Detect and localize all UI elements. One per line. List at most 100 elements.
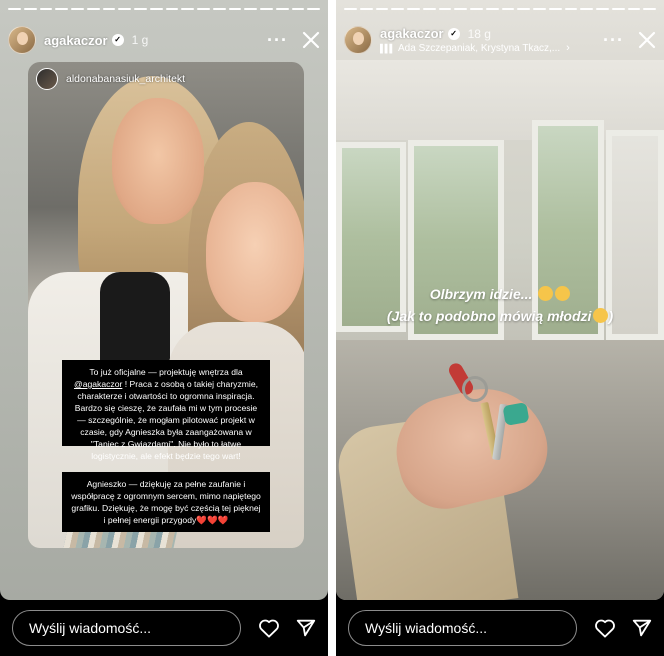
username[interactable]: agakaczor xyxy=(380,26,444,41)
send-icon[interactable] xyxy=(630,616,654,640)
progress-segment xyxy=(564,8,578,10)
progress-segment xyxy=(118,8,131,10)
photo-keyring xyxy=(462,376,488,402)
story-stage: agakaczor ✓ 18 g ▌▌▌ Ada Szczepaniak, Kr… xyxy=(336,0,664,600)
progress-segment xyxy=(359,8,373,10)
close-icon[interactable] xyxy=(638,31,656,49)
progress-segment xyxy=(375,8,389,10)
progress-segment xyxy=(407,8,420,10)
progress-segment xyxy=(307,8,320,10)
progress-bar xyxy=(344,8,656,10)
shared-author-username[interactable]: aldonabanasiuk_architekt xyxy=(66,73,185,85)
header-info: agakaczor ✓ 18 g ▌▌▌ Ada Szczepaniak, Kr… xyxy=(380,26,570,54)
shared-post-header: aldonabanasiuk_architekt xyxy=(36,68,185,90)
hand-over-mouth-emoji-icon xyxy=(555,286,571,301)
progress-segment xyxy=(344,8,357,10)
message-input[interactable]: Wyślij wiadomość... xyxy=(348,610,577,646)
progress-segment xyxy=(391,8,404,10)
progress-segment xyxy=(181,8,194,10)
music-bars-icon: ▌▌▌ xyxy=(380,43,395,53)
more-options-icon[interactable]: ··· xyxy=(267,31,288,49)
progress-segment xyxy=(438,8,452,10)
progress-segment xyxy=(134,8,147,10)
photo-face-right xyxy=(206,182,304,322)
progress-segment xyxy=(86,8,100,10)
verified-badge-icon: ✓ xyxy=(447,27,460,40)
progress-segment xyxy=(275,8,289,10)
music-text: Ada Szczepaniak, Krystyna Tkacz,... xyxy=(398,42,561,54)
progress-segment xyxy=(244,8,257,10)
header-info: agakaczor ✓ 1 g xyxy=(44,33,148,48)
progress-segment xyxy=(71,8,84,10)
progress-segment xyxy=(149,8,163,10)
post-text-1b: ! Praca z osobą o takiej charyzmie, char… xyxy=(74,379,259,461)
story-header: agakaczor ✓ 1 g ··· xyxy=(8,24,320,56)
story-right: agakaczor ✓ 18 g ▌▌▌ Ada Szczepaniak, Kr… xyxy=(336,0,664,656)
mention-link[interactable]: @agakaczor xyxy=(74,379,122,389)
music-sticker[interactable]: ▌▌▌ Ada Szczepaniak, Krystyna Tkacz,... … xyxy=(380,42,570,54)
progress-segment xyxy=(548,8,562,10)
caption-line-1: Olbrzym idzie... xyxy=(336,286,664,302)
progress-segment xyxy=(517,8,530,10)
photo-window xyxy=(532,120,604,340)
more-options-icon[interactable]: ··· xyxy=(603,31,624,49)
progress-segment xyxy=(470,8,483,10)
shared-author-avatar[interactable] xyxy=(36,68,58,90)
send-icon[interactable] xyxy=(294,616,318,640)
progress-segment xyxy=(8,8,21,10)
avatar[interactable] xyxy=(344,26,372,54)
progress-segment xyxy=(102,8,116,10)
progress-segment xyxy=(596,8,609,10)
timestamp: 18 g xyxy=(467,26,491,41)
caption-text-2: (Jak to podobno mówią młodzi xyxy=(386,308,592,324)
chevron-right-icon: › xyxy=(566,42,570,54)
progress-segment xyxy=(212,8,226,10)
post-text-box-1: To już oficjalne — projektuję wnętrza dl… xyxy=(62,360,270,461)
photo-face-left xyxy=(112,98,204,224)
progress-bar xyxy=(8,8,320,10)
progress-segment xyxy=(39,8,53,10)
close-icon[interactable] xyxy=(302,31,320,49)
progress-segment xyxy=(611,8,625,10)
progress-segment xyxy=(627,8,641,10)
wink-emoji-icon xyxy=(593,308,609,323)
stories-comparison: agakaczor ✓ 1 g ··· aldonabanasiuk_archi… xyxy=(0,0,664,656)
photo-ceiling xyxy=(336,60,664,140)
story-header: agakaczor ✓ 18 g ▌▌▌ Ada Szczepaniak, Kr… xyxy=(344,24,656,56)
reply-bar: Wyślij wiadomość... xyxy=(336,600,664,656)
photo-window xyxy=(336,142,406,332)
username[interactable]: agakaczor xyxy=(44,33,108,48)
shared-post-card[interactable]: aldonabanasiuk_architekt To już oficjaln… xyxy=(28,62,304,548)
timestamp: 1 g xyxy=(131,33,149,47)
progress-segment xyxy=(422,8,436,10)
caption-text-1: Olbrzym idzie... xyxy=(429,286,533,302)
progress-segment xyxy=(23,8,37,10)
heart-icon[interactable] xyxy=(593,616,617,640)
avatar[interactable] xyxy=(8,26,36,54)
message-input[interactable]: Wyślij wiadomość... xyxy=(12,610,241,646)
progress-segment xyxy=(165,8,179,10)
progress-segment xyxy=(55,8,68,10)
story-left: agakaczor ✓ 1 g ··· aldonabanasiuk_archi… xyxy=(0,0,328,656)
hand-over-mouth-emoji-icon xyxy=(538,286,554,301)
progress-segment xyxy=(228,8,242,10)
progress-segment xyxy=(485,8,499,10)
story-stage: agakaczor ✓ 1 g ··· aldonabanasiuk_archi… xyxy=(0,0,328,600)
reply-bar: Wyślij wiadomość... xyxy=(0,600,328,656)
progress-segment xyxy=(291,8,305,10)
progress-segment xyxy=(197,8,210,10)
verified-badge-icon: ✓ xyxy=(111,34,124,46)
progress-segment xyxy=(643,8,656,10)
progress-segment xyxy=(501,8,515,10)
caption-line-2: (Jak to podobno mówią młodzi) xyxy=(336,308,664,324)
progress-segment xyxy=(580,8,593,10)
post-text-2: Agnieszko — dziękuję za pełne zaufanie i… xyxy=(71,479,261,525)
header-actions: ··· xyxy=(603,31,656,49)
progress-segment xyxy=(454,8,467,10)
header-actions: ··· xyxy=(267,31,320,49)
caption-text-2-end: ) xyxy=(608,308,614,324)
heart-icon[interactable] xyxy=(257,616,281,640)
progress-segment xyxy=(533,8,546,10)
progress-segment xyxy=(260,8,273,10)
post-text-1a: To już oficjalne — projektuję wnętrza dl… xyxy=(89,367,243,377)
